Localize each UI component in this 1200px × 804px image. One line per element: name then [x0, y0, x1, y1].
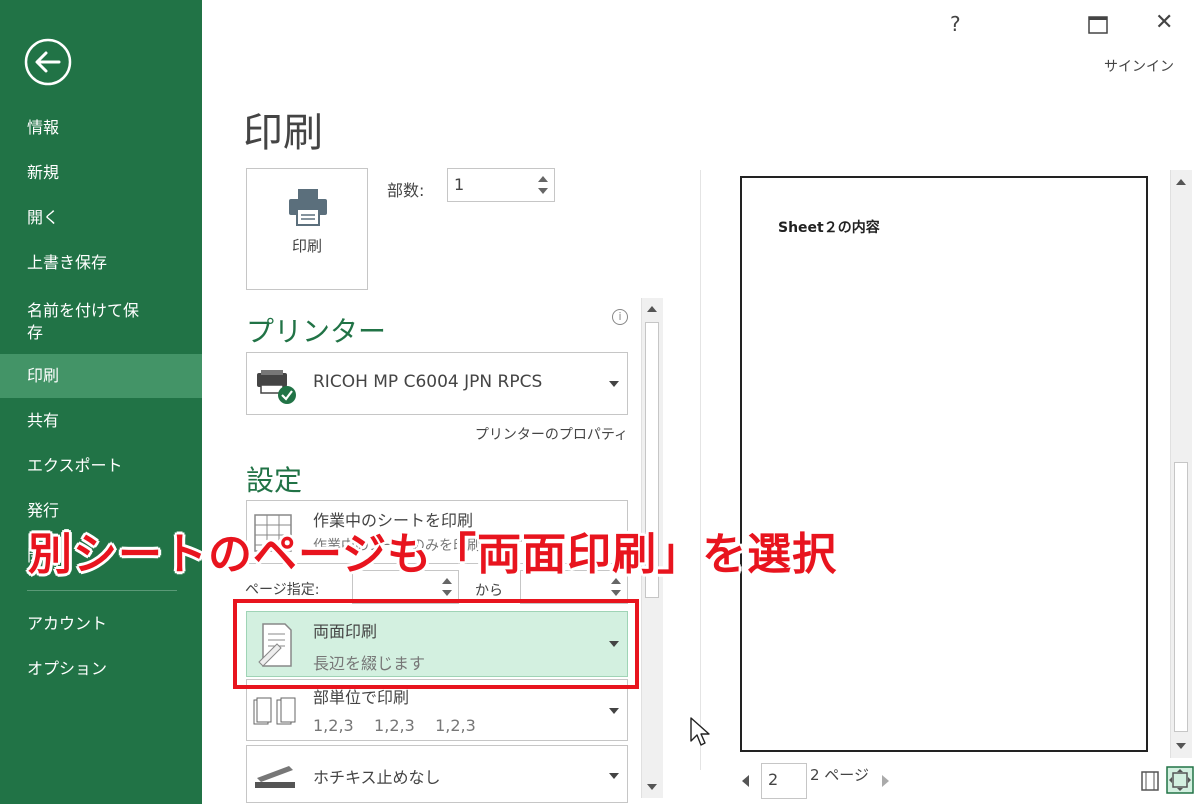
- scroll-up-icon[interactable]: [647, 306, 657, 312]
- printer-properties-link[interactable]: プリンターのプロパティ: [475, 424, 628, 444]
- stepper-up-icon[interactable]: [538, 176, 548, 182]
- print-preview-page: Sheet２の内容: [740, 176, 1148, 752]
- nav-account[interactable]: アカウント: [0, 602, 202, 646]
- printer-icon: [289, 189, 327, 226]
- nav-new[interactable]: 新規: [0, 151, 202, 195]
- page-to-label: から: [475, 583, 503, 599]
- restore-window-icon[interactable]: [1088, 16, 1108, 34]
- collate-subtitle: 1,2,3 1,2,3 1,2,3: [313, 716, 476, 735]
- page-title: 印刷: [243, 110, 323, 156]
- sidebar-divider: [27, 590, 177, 591]
- previous-page-icon[interactable]: [742, 775, 749, 787]
- staple-title: ホチキス止めなし: [313, 768, 441, 787]
- back-arrow-icon[interactable]: [24, 38, 72, 86]
- stepper-down-icon[interactable]: [538, 188, 548, 194]
- show-margins-icon[interactable]: [1140, 770, 1160, 792]
- nav-options[interactable]: オプション: [0, 647, 202, 691]
- stapler-icon: [255, 766, 295, 788]
- nav-save-as[interactable]: 名前を付けて保存: [0, 292, 140, 352]
- chevron-down-icon[interactable]: [609, 708, 619, 714]
- print-button[interactable]: 印刷: [246, 168, 368, 290]
- preview-sheet-text: Sheet２の内容: [778, 220, 880, 236]
- printer-ready-icon: [257, 370, 296, 404]
- staple-dropdown[interactable]: ホチキス止めなし: [246, 745, 628, 803]
- annotation-caption: 別シートのページも「両面印刷」を選択: [28, 529, 838, 580]
- scroll-up-icon[interactable]: [1176, 179, 1186, 185]
- current-page-value: 2: [768, 770, 779, 789]
- total-pages-label: 2 ページ: [810, 766, 870, 784]
- copies-stepper[interactable]: 1: [447, 168, 555, 202]
- backstage-sidebar: 情報 新規 開く 上書き保存 名前を付けて保存 印刷 共有 エクスポート 発行 …: [0, 0, 202, 804]
- copies-label: 部数:: [387, 181, 425, 200]
- nav-open[interactable]: 開く: [0, 196, 202, 240]
- nav-info[interactable]: 情報: [0, 106, 202, 150]
- current-page-input[interactable]: 2: [761, 763, 807, 799]
- printer-dropdown[interactable]: RICOH MP C6004 JPN RPCS: [246, 352, 628, 415]
- nav-print[interactable]: 印刷: [0, 354, 202, 398]
- annotation-highlight-box: [233, 599, 639, 689]
- copies-value: 1: [454, 175, 465, 194]
- page-range-label: ページ指定:: [245, 582, 320, 598]
- info-icon[interactable]: i: [612, 309, 628, 325]
- scroll-down-icon[interactable]: [647, 784, 657, 790]
- panel-divider: [700, 170, 701, 770]
- nav-share[interactable]: 共有: [0, 399, 202, 443]
- close-window-icon[interactable]: ✕: [1155, 10, 1173, 35]
- preview-scrollbar[interactable]: [1170, 170, 1192, 758]
- printer-name: RICOH MP C6004 JPN RPCS: [313, 372, 543, 392]
- help-icon[interactable]: ?: [950, 12, 961, 36]
- next-page-icon[interactable]: [882, 775, 889, 787]
- nav-export[interactable]: エクスポート: [0, 444, 202, 488]
- nav-save[interactable]: 上書き保存: [0, 241, 202, 285]
- chevron-down-icon[interactable]: [609, 773, 619, 779]
- scroll-down-icon[interactable]: [1176, 743, 1186, 749]
- zoom-to-page-icon[interactable]: [1166, 766, 1194, 794]
- collate-icon: [253, 697, 296, 725]
- printer-section-title: プリンター: [246, 315, 387, 348]
- preview-scroll-thumb[interactable]: [1174, 462, 1188, 732]
- signin-link[interactable]: サインイン: [1104, 56, 1174, 76]
- settings-section-title: 設定: [246, 464, 303, 497]
- mouse-cursor-icon: [690, 717, 710, 746]
- stepper-down-icon[interactable]: [611, 590, 621, 596]
- chevron-down-icon[interactable]: [609, 381, 619, 387]
- print-button-label: 印刷: [291, 237, 322, 255]
- stepper-down-icon[interactable]: [442, 590, 452, 596]
